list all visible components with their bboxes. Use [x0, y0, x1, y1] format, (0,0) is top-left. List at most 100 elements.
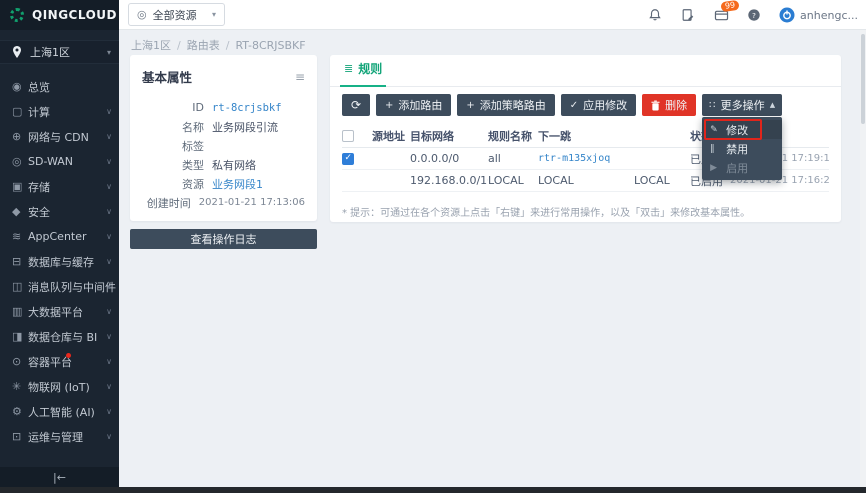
- rules-panel: ≣ 规则 ⟳ + 添加路由 + 添加策略路由 ✓ 应用修改: [330, 55, 841, 222]
- database-icon: ⊟: [12, 255, 28, 268]
- sidebar-item-overview[interactable]: ◉ 总览: [0, 74, 119, 99]
- sidebar-item-iot[interactable]: ✳ 物联网 (IoT) ∨: [0, 374, 119, 399]
- main-content: 上海1区/路由表/RT-8CRJSBKF 基本属性 ≡ ID rt-8crjsb…: [119, 30, 866, 487]
- play-icon: ▶: [710, 163, 720, 173]
- breadcrumb-current: RT-8CRJSBKF: [235, 39, 305, 52]
- rules-toolbar: ⟳ + 添加路由 + 添加策略路由 ✓ 应用修改: [342, 94, 829, 116]
- sidebar-item-container[interactable]: ⊙ 容器平台 ∨: [0, 349, 119, 374]
- plus-icon: +: [466, 100, 474, 111]
- apply-changes-button[interactable]: ✓ 应用修改: [561, 94, 636, 116]
- location-pin-icon: [12, 46, 22, 58]
- delete-button[interactable]: 删除: [642, 94, 696, 116]
- sidebar-item-message-queue[interactable]: ◫ 消息队列与中间件 ∨: [0, 274, 119, 299]
- sidebar-item-sdwan[interactable]: ◎ SD-WAN ∨: [0, 149, 119, 174]
- sidebar: QINGCLOUD 上海1区 ▾ ◉ 总览 ▢ 计算 ∨ ⊕ 网络与 CDN: [0, 0, 119, 487]
- svg-text:?: ?: [752, 11, 756, 20]
- chevron-down-icon: ∨: [106, 332, 112, 341]
- field-type: 类型 私有网络: [142, 155, 305, 174]
- sidebar-item-warehouse-bi[interactable]: ◨ 数据仓库与 BI ∨: [0, 324, 119, 349]
- next-hop-link[interactable]: rtr-m135xjoq: [538, 153, 620, 164]
- grid-icon: ∷: [709, 100, 715, 111]
- route-table-id-link[interactable]: rt-8crjsbkf: [212, 102, 282, 114]
- panel-menu-icon[interactable]: ≡: [295, 70, 305, 84]
- chevron-down-icon: ∨: [106, 107, 112, 116]
- resource-filter-select[interactable]: ◎ 全部资源 ▾: [128, 3, 225, 26]
- sidebar-menu: ◉ 总览 ▢ 计算 ∨ ⊕ 网络与 CDN ∨ ◎ SD-WAN ∨ ▣ 存储: [0, 74, 119, 449]
- sidebar-item-bigdata[interactable]: ▥ 大数据平台 ∨: [0, 299, 119, 324]
- scrollbar[interactable]: [860, 30, 866, 487]
- row-checkbox[interactable]: [342, 153, 354, 165]
- storage-icon: ▣: [12, 180, 28, 193]
- breadcrumb-route-tables[interactable]: 路由表: [187, 39, 220, 52]
- work-order-icon[interactable]: [680, 7, 696, 23]
- help-icon[interactable]: ?: [746, 7, 762, 23]
- pencil-icon: ✎: [710, 125, 720, 135]
- chevron-down-icon: ∨: [106, 432, 112, 441]
- add-route-button[interactable]: + 添加路由: [376, 94, 451, 116]
- chevron-down-icon: ∨: [106, 407, 112, 416]
- zone-selector[interactable]: 上海1区 ▾: [0, 40, 119, 64]
- scrollbar-thumb[interactable]: [861, 34, 865, 124]
- field-created-time: 创建时间 2021-01-21 17:13:06: [142, 193, 305, 212]
- topbar: ◎ 全部资源 ▾ 99 ? anhengc...: [119, 0, 866, 30]
- sidebar-item-security[interactable]: ◆ 安全 ∨: [0, 199, 119, 224]
- breadcrumb: 上海1区/路由表/RT-8CRJSBKF: [131, 37, 306, 53]
- user-menu[interactable]: anhengc...: [779, 7, 858, 23]
- panel-title: 基本属性: [142, 67, 192, 86]
- qingcloud-logo[interactable]: QINGCLOUD: [0, 0, 119, 30]
- sidebar-collapse-button[interactable]: |←: [0, 467, 119, 487]
- refresh-button[interactable]: ⟳: [342, 94, 370, 116]
- container-platform-icon: ⊙: [12, 355, 28, 368]
- warehouse-bi-icon: ◨: [12, 330, 28, 343]
- select-all-checkbox[interactable]: [342, 130, 354, 142]
- message-queue-icon: ◫: [12, 280, 28, 293]
- dashboard-icon: ◉: [12, 80, 28, 93]
- collapse-icon: |←: [53, 471, 66, 484]
- sidebar-item-network-cdn[interactable]: ⊕ 网络与 CDN ∨: [0, 124, 119, 149]
- ai-icon: ⚙: [12, 405, 28, 418]
- field-tags: 标签: [142, 136, 305, 155]
- compute-icon: ▢: [12, 105, 28, 118]
- tab-rules[interactable]: ≣ 规则: [342, 60, 384, 86]
- chevron-down-icon: ∨: [106, 157, 112, 166]
- chevron-down-icon: ∨: [106, 257, 112, 266]
- refresh-icon: ⟳: [351, 98, 361, 112]
- sidebar-item-compute[interactable]: ▢ 计算 ∨: [0, 99, 119, 124]
- chevron-down-icon: ∨: [106, 207, 112, 216]
- menu-item-enable: ▶ 启用: [702, 158, 782, 177]
- view-operation-log-button[interactable]: 查看操作日志: [130, 229, 317, 249]
- sidebar-item-appcenter[interactable]: ≋ AppCenter ∨: [0, 224, 119, 249]
- app-window: QINGCLOUD 上海1区 ▾ ◉ 总览 ▢ 计算 ∨ ⊕ 网络与 CDN: [0, 0, 866, 493]
- sidebar-item-ops[interactable]: ⊡ 运维与管理 ∨: [0, 424, 119, 449]
- breadcrumb-zone[interactable]: 上海1区: [131, 39, 171, 52]
- menu-item-modify[interactable]: ✎ 修改: [702, 120, 782, 139]
- chevron-down-icon: ∨: [106, 382, 112, 391]
- sidebar-item-ai[interactable]: ⚙ 人工智能 (AI) ∨: [0, 399, 119, 424]
- sidebar-item-database-cache[interactable]: ⊟ 数据库与缓存 ∨: [0, 249, 119, 274]
- resource-link[interactable]: 业务网段1: [212, 176, 263, 192]
- iot-icon: ✳: [12, 380, 28, 393]
- field-name: 名称 业务网段引流: [142, 117, 305, 136]
- check-icon: ✓: [570, 100, 578, 111]
- add-policy-route-button[interactable]: + 添加策略路由: [457, 94, 554, 116]
- chevron-down-icon: ∨: [106, 232, 112, 241]
- network-cdn-icon: ⊕: [12, 130, 28, 143]
- sidebar-item-storage[interactable]: ▣ 存储 ∨: [0, 174, 119, 199]
- chevron-down-icon: ∨: [106, 182, 112, 191]
- trash-icon: [651, 100, 660, 111]
- menu-item-disable[interactable]: ‖ 禁用: [702, 139, 782, 158]
- notification-bell-icon[interactable]: [647, 7, 663, 23]
- basic-properties-panel: 基本属性 ≡ ID rt-8crjsbkf 名称 业务网段引流 标签 类型: [130, 55, 317, 221]
- hint-note: * 提示：可通过在各个资源上点击「右键」来进行常用操作，以及「双击」来修改基本属…: [342, 204, 829, 219]
- resource-scope-icon: ◎: [137, 8, 147, 21]
- bigdata-icon: ▥: [12, 305, 28, 318]
- more-operations-menu: ✎ 修改 ‖ 禁用 ▶ 启用: [702, 117, 782, 180]
- billing-icon[interactable]: 99: [713, 7, 729, 23]
- logo-text: QINGCLOUD: [32, 8, 117, 22]
- qingcloud-logo-icon: [10, 8, 24, 22]
- zone-label: 上海1区: [30, 44, 99, 60]
- security-shield-icon: ◆: [12, 205, 28, 218]
- more-operations-button[interactable]: ∷ 更多操作 ▲: [702, 94, 782, 116]
- window-edge: [0, 487, 866, 493]
- pause-icon: ‖: [710, 144, 720, 154]
